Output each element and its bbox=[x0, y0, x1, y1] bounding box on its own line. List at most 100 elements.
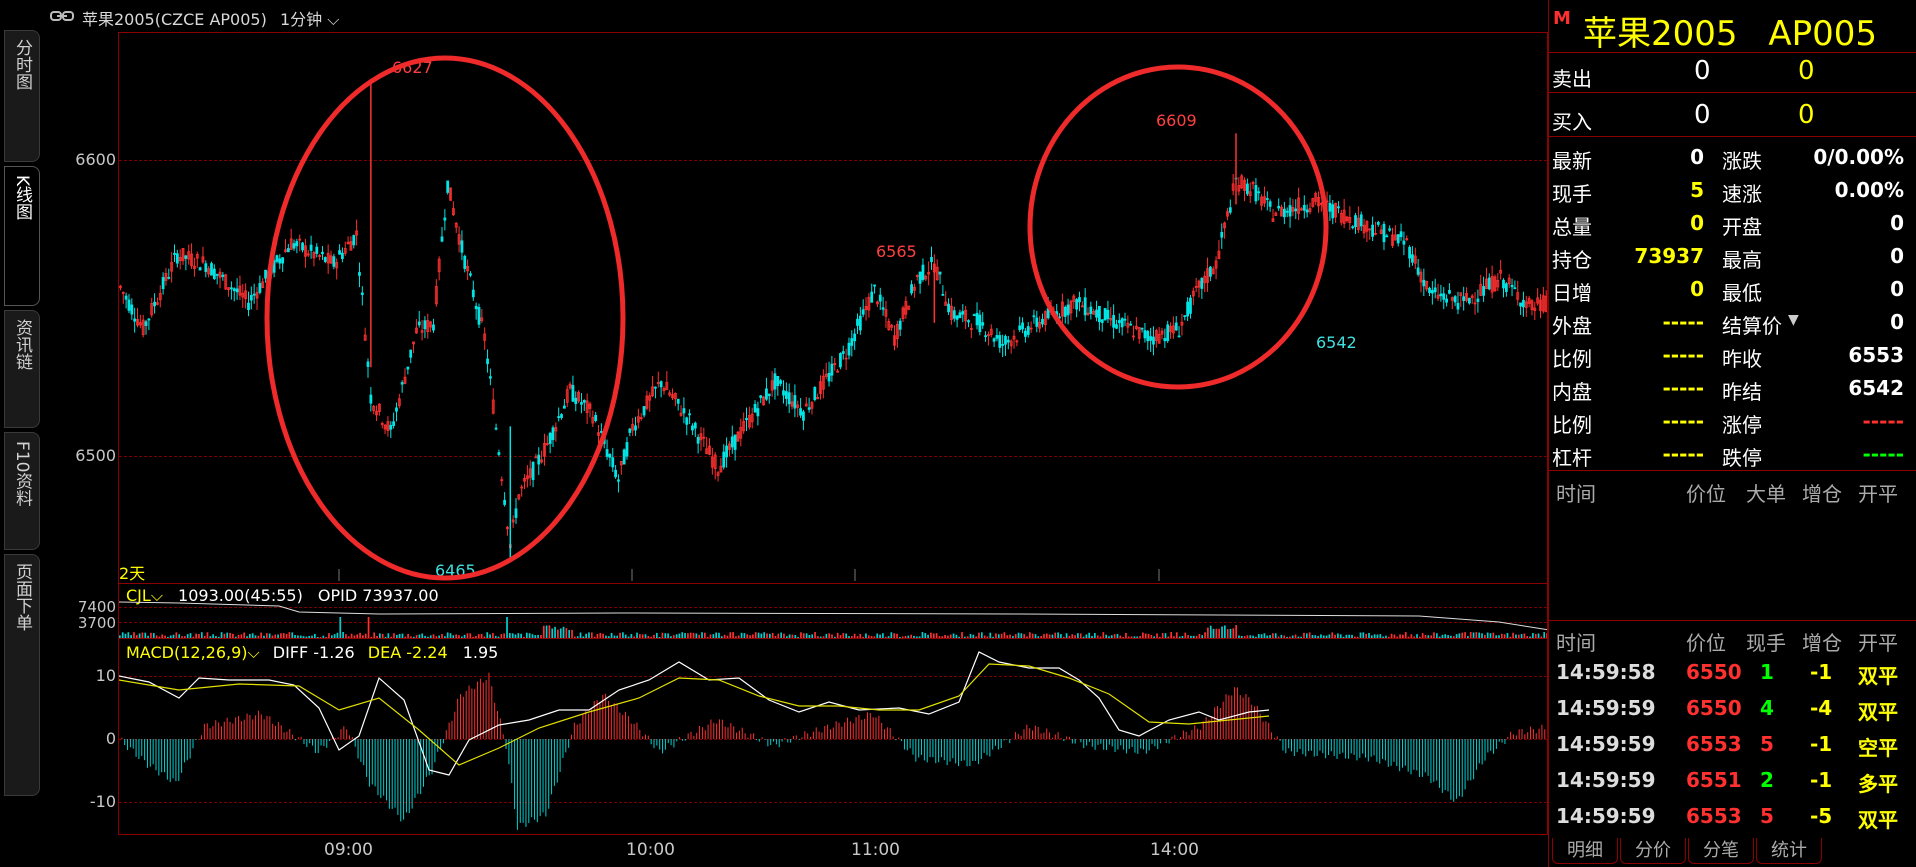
panel-title: 苹果2005 AP005 bbox=[1583, 6, 1877, 55]
pane-divider bbox=[119, 638, 1547, 639]
quote-label: 昨结 bbox=[1722, 380, 1762, 404]
quote-value: ----- bbox=[1662, 343, 1704, 367]
quote-value: 0 bbox=[1890, 310, 1904, 334]
quote-value: 0 bbox=[1890, 211, 1904, 235]
quote-label: 结算价 bbox=[1722, 314, 1782, 338]
quote-value: 0/0.00% bbox=[1813, 145, 1904, 169]
column-header: 增仓 bbox=[1802, 482, 1842, 506]
quote-value: 6542 bbox=[1848, 376, 1904, 400]
quote-value: 73937 bbox=[1634, 244, 1704, 268]
quote-value: ----- bbox=[1662, 442, 1704, 466]
ask-label: 卖出 bbox=[1552, 67, 1592, 91]
quote-label: 最高 bbox=[1722, 248, 1762, 272]
x-tick: 10:00 bbox=[626, 840, 675, 860]
y-tick: 0 bbox=[105, 729, 116, 748]
column-header: 价位 bbox=[1686, 482, 1726, 506]
chevron-down-icon[interactable]: ▼ bbox=[1788, 312, 1799, 328]
quote-value: ----- bbox=[1862, 409, 1904, 433]
column-header: 增仓 bbox=[1802, 631, 1842, 655]
tick-row bbox=[1550, 732, 1916, 762]
divider bbox=[1548, 52, 1916, 53]
y-tick: 3700 bbox=[77, 614, 116, 632]
column-header: 开平 bbox=[1858, 631, 1898, 655]
bid-label: 买入 bbox=[1552, 110, 1592, 134]
tab-details[interactable]: 明细 bbox=[1552, 838, 1618, 864]
tick-row bbox=[1550, 804, 1916, 834]
divider bbox=[1548, 136, 1916, 137]
quote-value: ----- bbox=[1862, 442, 1904, 466]
quote-label: 内盘 bbox=[1552, 380, 1592, 404]
quote-label: 现手 bbox=[1552, 182, 1592, 206]
quote-label: 比例 bbox=[1552, 347, 1592, 371]
panel-contract-code: AP005 bbox=[1768, 14, 1878, 54]
volume-bar bbox=[367, 617, 370, 639]
quote-label: 总量 bbox=[1552, 215, 1592, 239]
macd-diff-line bbox=[119, 651, 1270, 776]
highlight-circle bbox=[264, 55, 626, 581]
column-header: 时间 bbox=[1556, 482, 1596, 506]
bid-price: 0 bbox=[1694, 100, 1711, 130]
open-interest-line bbox=[119, 601, 1547, 631]
ask-volume: 0 bbox=[1798, 56, 1815, 86]
quote-value: 0 bbox=[1690, 145, 1704, 169]
quote-label: 比例 bbox=[1552, 413, 1592, 437]
divider bbox=[1548, 470, 1916, 471]
tab-price-dist[interactable]: 分价 bbox=[1620, 838, 1686, 864]
tab-stats[interactable]: 统计 bbox=[1756, 838, 1822, 864]
quote-label: 最新 bbox=[1552, 149, 1592, 173]
quote-label: 速涨 bbox=[1722, 182, 1762, 206]
tick-row bbox=[1550, 696, 1916, 726]
x-tick: 14:00 bbox=[1150, 840, 1199, 860]
volume-bar bbox=[548, 625, 551, 639]
quote-value: 0 bbox=[1690, 277, 1704, 301]
volume-bar bbox=[1224, 625, 1226, 639]
quote-value: 0 bbox=[1690, 211, 1704, 235]
column-header: 价位 bbox=[1686, 631, 1726, 655]
quote-label: 日增 bbox=[1552, 281, 1592, 305]
ask-price: 0 bbox=[1694, 56, 1711, 86]
tick-row bbox=[1550, 660, 1916, 690]
quote-value: ----- bbox=[1662, 409, 1704, 433]
quote-label: 外盘 bbox=[1552, 314, 1592, 338]
tick-row bbox=[1550, 768, 1916, 798]
divider bbox=[1548, 620, 1916, 621]
volume-bar bbox=[1209, 625, 1212, 639]
quote-label: 涨停 bbox=[1722, 413, 1762, 437]
volume-chart bbox=[119, 601, 1547, 639]
quote-value: 6553 bbox=[1848, 343, 1904, 367]
column-header: 大单 bbox=[1746, 482, 1786, 506]
column-header: 时间 bbox=[1556, 631, 1596, 655]
quote-value: 5 bbox=[1690, 178, 1704, 202]
macd-dea-line bbox=[119, 663, 1270, 766]
volume-bar bbox=[506, 617, 508, 639]
quote-value: ----- bbox=[1662, 376, 1704, 400]
bid-volume: 0 bbox=[1798, 100, 1815, 130]
y-tick: 10 bbox=[95, 666, 116, 685]
m-badge: M bbox=[1553, 8, 1571, 29]
panel-contract-name: 苹果2005 bbox=[1583, 14, 1738, 54]
quote-label: 持仓 bbox=[1552, 248, 1592, 272]
highlight-circle bbox=[1027, 64, 1329, 390]
column-header: 现手 bbox=[1746, 631, 1786, 655]
column-header: 开平 bbox=[1858, 482, 1898, 506]
tab-trades[interactable]: 分笔 bbox=[1688, 838, 1754, 864]
y-tick: -10 bbox=[89, 792, 116, 811]
quote-value: 0 bbox=[1890, 277, 1904, 301]
divider bbox=[1548, 92, 1916, 93]
macd-chart bbox=[119, 651, 1546, 830]
quote-label: 昨收 bbox=[1722, 347, 1762, 371]
quote-label: 跌停 bbox=[1722, 446, 1762, 470]
quote-value: 0.00% bbox=[1834, 178, 1904, 202]
x-tick: 11:00 bbox=[851, 840, 900, 860]
x-axis-line bbox=[119, 834, 1547, 835]
volume-bar bbox=[339, 617, 342, 639]
volume-bar bbox=[1235, 625, 1237, 639]
quote-value: 0 bbox=[1890, 244, 1904, 268]
quote-label: 最低 bbox=[1722, 281, 1762, 305]
quote-value: ----- bbox=[1662, 310, 1704, 334]
volume-bar bbox=[545, 625, 548, 639]
quote-label: 杠杆 bbox=[1552, 446, 1592, 470]
x-tick: 09:00 bbox=[324, 840, 373, 860]
quote-label: 开盘 bbox=[1722, 215, 1762, 239]
quote-label: 涨跌 bbox=[1722, 149, 1762, 173]
